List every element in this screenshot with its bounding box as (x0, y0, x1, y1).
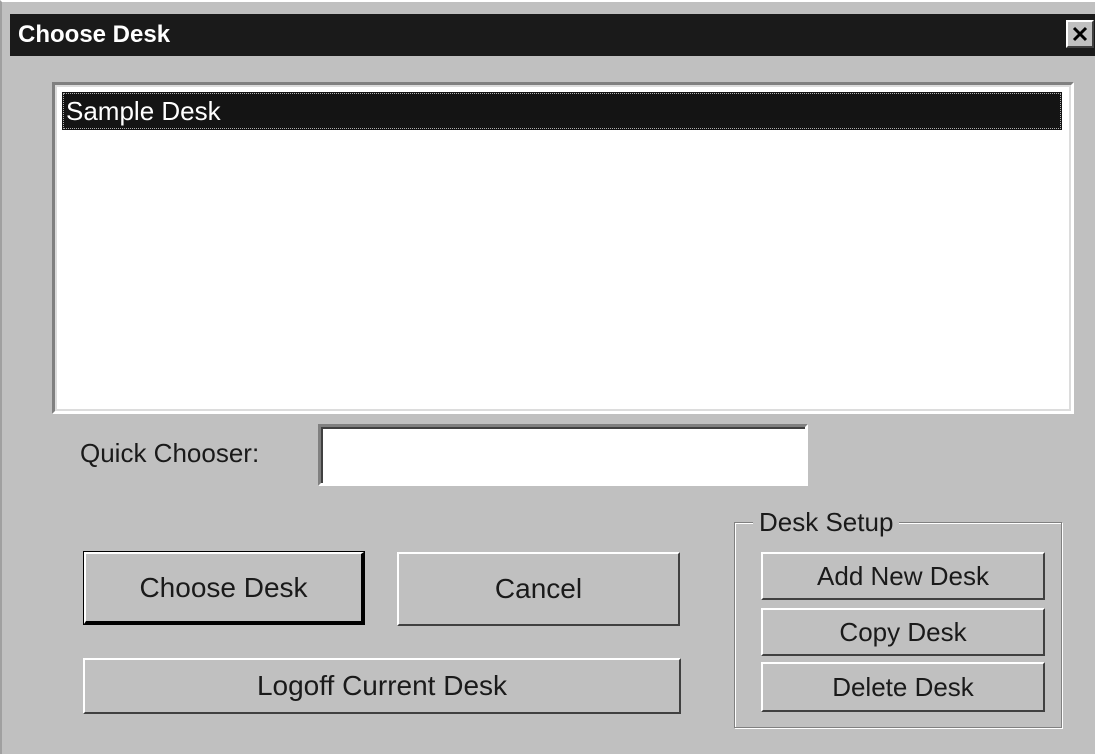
list-item[interactable]: Sample Desk (62, 92, 1062, 130)
choose-desk-button-label: Choose Desk (139, 571, 308, 603)
desk-listbox[interactable]: Sample Desk (52, 82, 1074, 414)
delete-desk-label: Delete Desk (832, 671, 974, 702)
logoff-current-desk-button[interactable]: Logoff Current Desk (83, 658, 681, 714)
delete-desk-button[interactable]: Delete Desk (761, 662, 1045, 712)
window-title: Choose Desk (18, 21, 171, 48)
cancel-button-label: Cancel (494, 573, 583, 604)
copy-desk-label: Copy Desk (839, 616, 967, 647)
close-button[interactable] (1066, 20, 1094, 48)
desk-setup-title: Desk Setup (753, 507, 900, 538)
close-icon (1072, 26, 1088, 42)
quick-chooser-input[interactable] (318, 424, 808, 486)
choose-desk-dialog: Choose Desk Sample Desk Quick Chooser: C… (0, 0, 1095, 754)
add-new-desk-label: Add New Desk (817, 560, 989, 591)
title-bar[interactable]: Choose Desk (10, 14, 1095, 56)
add-new-desk-button[interactable]: Add New Desk (761, 552, 1045, 600)
cancel-button[interactable]: Cancel (397, 552, 680, 626)
choose-desk-button[interactable]: Choose Desk (84, 552, 364, 624)
copy-desk-button[interactable]: Copy Desk (761, 608, 1045, 656)
quick-chooser-label: Quick Chooser: (80, 438, 260, 468)
logoff-button-label: Logoff Current Desk (256, 670, 508, 701)
